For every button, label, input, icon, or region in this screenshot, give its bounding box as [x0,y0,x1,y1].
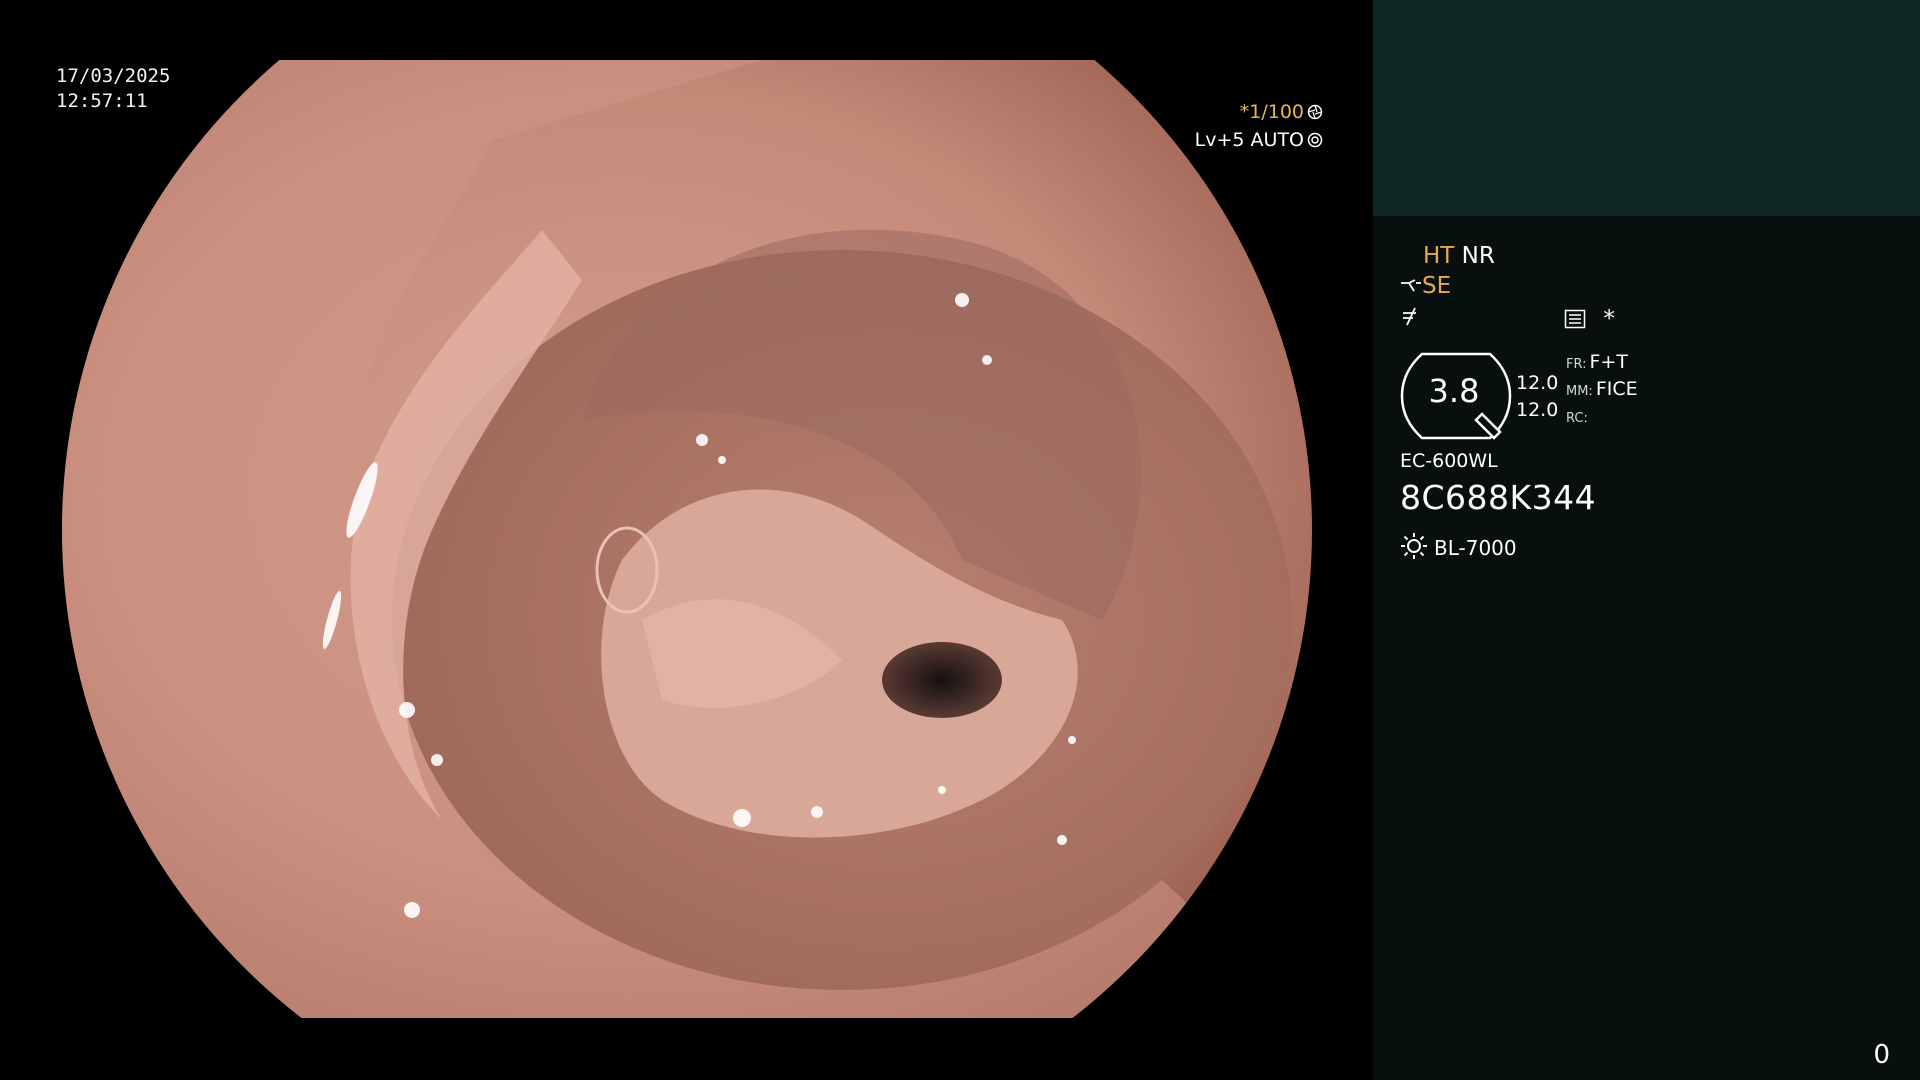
level-label: Lv+5 AUTO [1194,129,1304,151]
zoom-row [1400,305,1422,333]
light-source-row: BL-7000 [1400,532,1517,560]
zoom-icon [1403,307,1416,326]
mode-labels: FR: F+T MM: FICE RC: [1566,350,1638,431]
frame-counter: 0 [1873,1040,1890,1070]
nr-label: NR [1461,243,1495,269]
value-1: 12.0 [1516,372,1559,394]
ring-value: 3.8 [1428,372,1480,410]
mm-value: FICE [1595,378,1638,400]
se-label: SE [1422,273,1452,299]
time-label: 12:57:11 [56,90,148,112]
value-2: 12.0 [1516,399,1559,421]
aperture-icon [1307,104,1323,120]
rc-tag: RC: [1566,411,1588,426]
values-block: 12.0 12.0 [1516,370,1558,424]
status-panel: HT NR SE * 3.8 12.0 12.0 FR: F+T MM: FICE … [1373,0,1920,1080]
enhancement-row: HT NR [1423,243,1495,269]
se-row: SE [1400,273,1451,299]
light-source-label: BL-7000 [1434,536,1517,560]
lamp-icon [1401,533,1427,559]
fr-tag: FR: [1566,357,1587,372]
endoscopic-image [62,60,1312,1018]
endoscopic-image-render [62,60,1312,1018]
endoscopy-view: 17/03/2025 12:57:11 *1/100 Lv+5 AUTO [0,0,1373,1080]
datetime-overlay: 17/03/2025 12:57:11 [56,64,170,114]
fr-value: F+T [1589,351,1628,373]
ht-label: HT [1423,243,1455,269]
date-label: 17/03/2025 [56,65,171,87]
iris-icon [1307,132,1323,148]
scope-serial: 8C688K344 [1400,478,1597,517]
menu-row: * [1564,306,1615,332]
panel-header-area [1373,0,1920,216]
scope-tip-icon [1401,279,1421,292]
shutter-label: *1/100 [1239,101,1304,123]
star-label: * [1603,306,1615,332]
exposure-overlay: *1/100 Lv+5 AUTO [1195,98,1323,154]
menu-icon [1564,309,1586,329]
mm-tag: MM: [1566,384,1593,399]
scope-model: EC-600WL [1400,450,1498,472]
